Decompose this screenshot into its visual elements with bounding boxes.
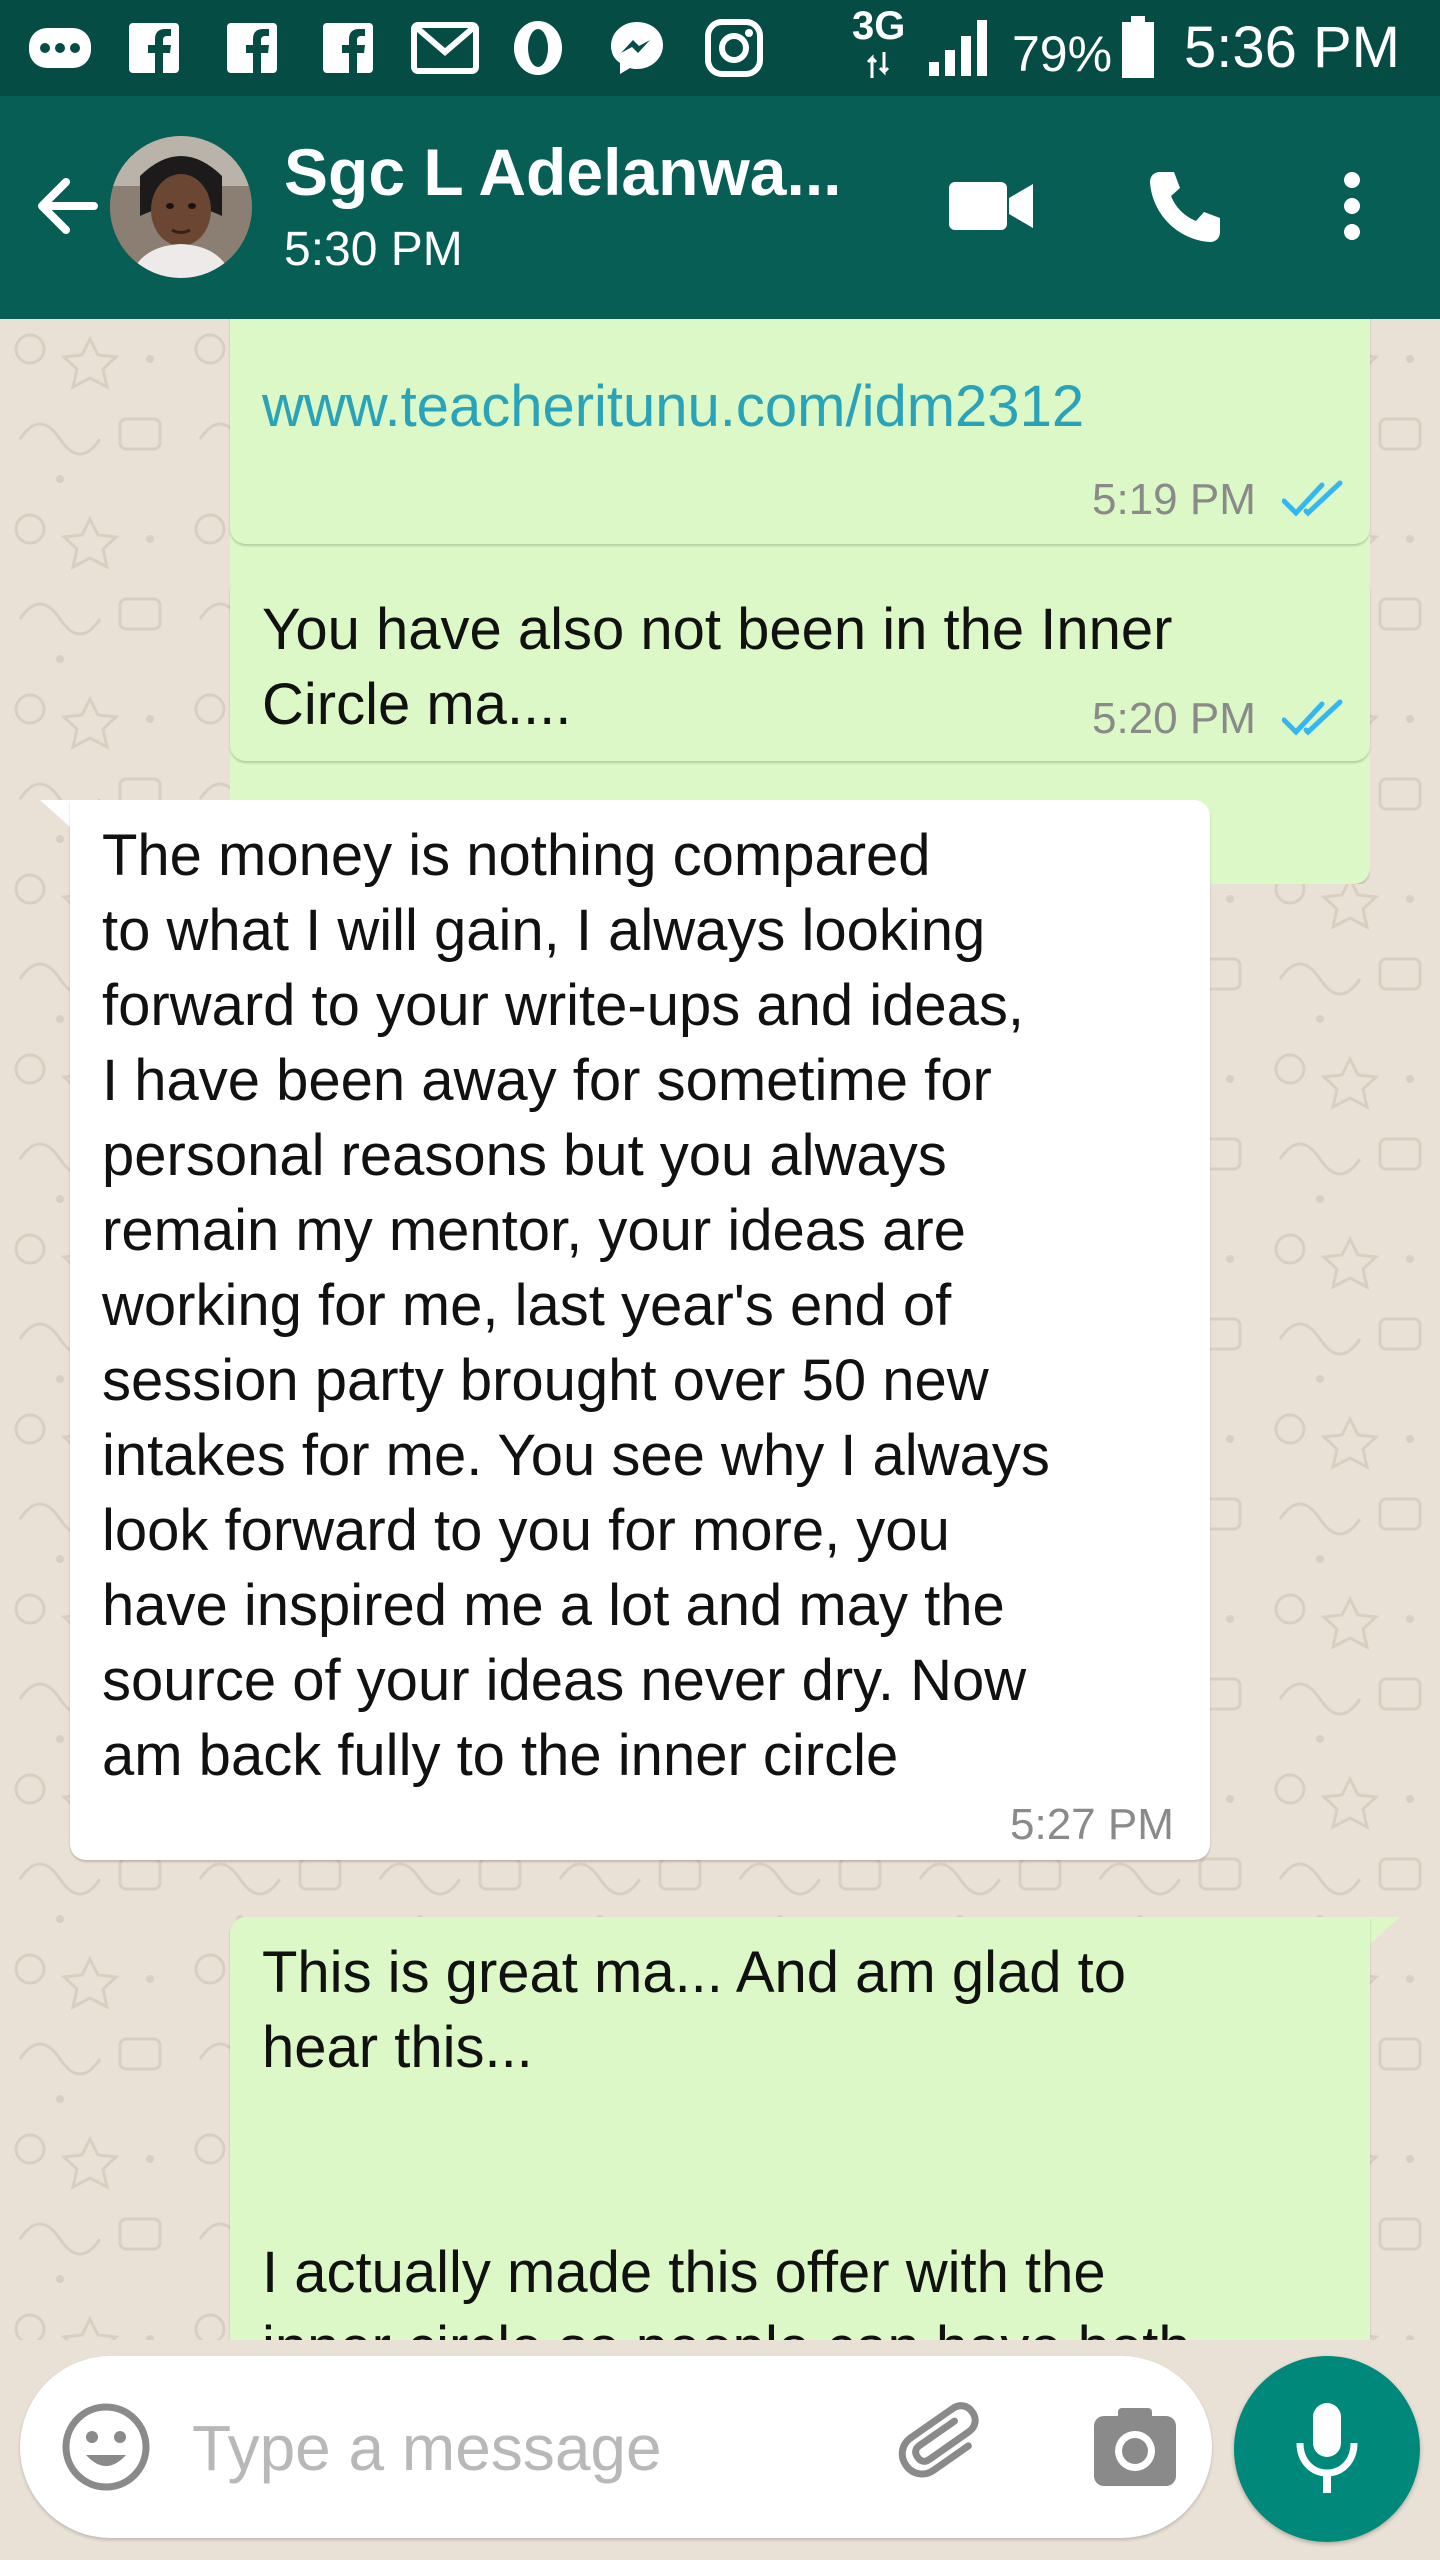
message-text: The money is nothing compared to what I … [102,823,1050,1788]
messenger-icon [604,18,670,78]
last-seen: 5:30 PM [284,223,463,276]
facebook-icon [318,18,378,78]
signal-icon [926,18,996,78]
more-vert-icon[interactable] [1302,156,1402,256]
message-time: 5:20 PM [1092,694,1256,743]
message-input[interactable] [192,2398,752,2498]
facebook-icon [124,18,184,78]
status-bar: 3G 79% 5:36 PM [0,0,1440,96]
message-composer [20,2356,1212,2538]
gmail-icon [410,18,480,78]
clock: 5:36 PM [1184,15,1400,80]
contact-name[interactable]: Sgc L Adelanwa... [284,134,874,210]
instagram-icon [702,18,766,78]
mic-icon [1296,2403,1358,2493]
message-text: This is great ma... And am glad to hear … [262,1940,1191,2340]
message-bubble[interactable]: www.teacheritunu.com/idm2312 5:19 PM [230,319,1370,544]
opera-icon [508,18,568,78]
phone-icon[interactable] [1134,156,1234,256]
camera-icon[interactable] [1090,2402,1180,2492]
facebook-icon [222,18,282,78]
read-ticks-icon [1282,699,1343,736]
message-bubble[interactable]: You have also not been in the Inner Circ… [230,576,1370,761]
data-arrows-icon [866,50,890,80]
message-bubble[interactable]: The money is nothing compared to what I … [70,800,1210,1860]
chat-area[interactable]: www.teacheritunu.com/idm2312 5:19 PM You… [0,319,1440,2340]
video-call-icon[interactable] [942,156,1042,256]
mic-button[interactable] [1234,2356,1420,2542]
message-time: 5:27 PM [1010,1800,1174,1849]
network-type: 3G [852,4,906,48]
attach-icon[interactable] [896,2396,996,2496]
read-ticks-icon [1282,480,1343,517]
messages-icon [24,18,96,78]
message-bubble[interactable]: This is great ma... And am glad to hear … [230,1917,1370,2340]
back-arrow-icon[interactable] [28,166,108,246]
message-link[interactable]: www.teacheritunu.com/idm2312 [262,369,1084,444]
message-time: 5:19 PM [1092,475,1256,524]
battery-percent: 79% [1012,26,1113,82]
battery-icon [1118,16,1158,78]
emoji-icon[interactable] [60,2401,152,2493]
message-text: You have also not been in the Inner Circ… [262,597,1173,737]
contact-avatar[interactable] [110,136,252,278]
chat-header: Sgc L Adelanwa... 5:30 PM [0,96,1440,319]
